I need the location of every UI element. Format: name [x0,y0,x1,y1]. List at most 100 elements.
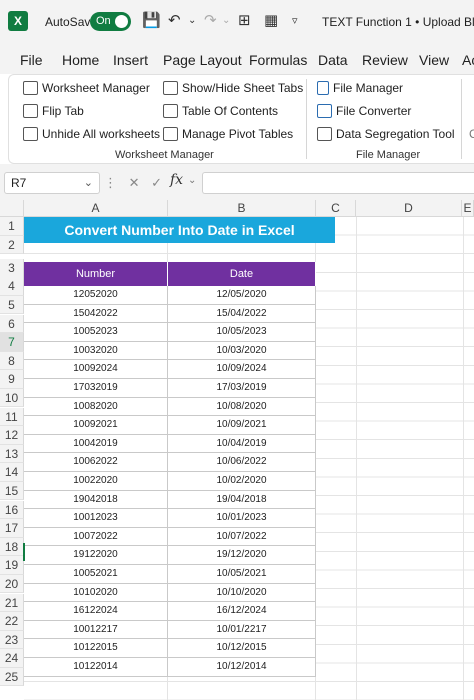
redo-dropdown-icon[interactable]: ⌄ [222,15,230,26]
customize-qat-icon[interactable]: ▿ [292,14,298,27]
number-cell[interactable]: 10092021 [24,416,168,435]
date-cell[interactable]: 10/10/2020 [168,583,316,603]
row-header-21[interactable]: 21 [0,593,24,613]
redo-icon[interactable]: ↷ [204,11,217,29]
row-header-2[interactable]: 2 [0,235,24,255]
date-cell[interactable]: 19/04/2018 [168,490,316,510]
number-cell[interactable]: 10052021 [24,565,168,584]
number-cell[interactable]: 10022020 [24,472,168,491]
number-cell[interactable]: 10012023 [24,509,168,528]
date-cell[interactable]: 10/03/2020 [168,341,316,361]
enter-icon[interactable]: ✓ [151,175,162,190]
save-icon[interactable]: 💾 [142,11,161,29]
table-of-contents-button[interactable]: Table Of Contents [163,102,278,120]
number-cell[interactable]: 10042019 [24,434,168,454]
date-cell[interactable]: 10/01/2217 [168,620,316,640]
column-header-b[interactable]: B [168,200,316,217]
menu-overflow[interactable]: Ac [462,52,474,68]
worksheet-manager-button[interactable]: Worksheet Manager [23,79,150,97]
number-cell[interactable]: 10122015 [24,639,168,658]
date-cell[interactable]: 10/05/2021 [168,565,316,584]
row-header-7[interactable]: 7 [0,333,24,352]
number-cell[interactable]: 19122020 [24,546,168,565]
number-cell[interactable]: 17032019 [24,379,168,398]
date-cell[interactable]: 10/07/2022 [168,527,316,547]
menu-file[interactable]: File [20,52,43,68]
number-cell[interactable]: 10122014 [24,658,168,677]
select-all-corner[interactable] [0,200,24,217]
row-header-10[interactable]: 10 [0,388,24,408]
more-icon[interactable]: ⋮ [104,175,117,190]
number-cell[interactable]: 15042022 [24,304,168,324]
menu-home[interactable]: Home [62,52,99,68]
date-cell[interactable]: 10/09/2021 [168,416,316,435]
title-banner[interactable]: Convert Number Into Date in Excel [24,217,335,243]
insert-function-icon[interactable]: fx [170,172,183,188]
row-header-18[interactable]: 18 [0,537,24,557]
row-header-22[interactable]: 22 [0,612,24,631]
row-header-15[interactable]: 15 [0,481,24,501]
number-cell[interactable]: 10102020 [24,583,168,603]
row-header-20[interactable]: 20 [0,574,24,594]
file-manager-button[interactable]: File Manager [317,79,403,97]
row-header-9[interactable]: 9 [0,370,24,389]
row-header-12[interactable]: 12 [0,426,24,445]
date-cell[interactable]: 19/12/2020 [168,546,316,565]
row-header-13[interactable]: 13 [0,444,24,464]
row-header-23[interactable]: 23 [0,630,24,650]
number-cell[interactable]: 19042018 [24,490,168,510]
formula-input[interactable] [202,172,474,194]
row-header-5[interactable]: 5 [0,295,24,315]
date-cell[interactable]: 16/12/2024 [168,602,316,621]
menu-page-layout[interactable]: Page Layout [163,52,242,68]
header-number[interactable]: Number [24,262,168,286]
number-cell[interactable]: 10012217 [24,620,168,640]
number-cell[interactable]: 10062022 [24,453,168,472]
number-cell[interactable]: 16122024 [24,602,168,621]
menu-data[interactable]: Data [318,52,348,68]
table-icon[interactable]: ▦ [264,11,278,29]
date-cell[interactable]: 10/12/2015 [168,639,316,658]
number-cell[interactable]: 10092024 [24,360,168,379]
date-cell[interactable]: 10/01/2023 [168,509,316,528]
header-date[interactable]: Date [168,262,316,286]
menu-insert[interactable]: Insert [113,52,148,68]
cancel-icon[interactable]: ✕ [129,175,140,190]
formula-dropdown-icon[interactable]: ⌄ [188,175,196,186]
number-cell[interactable]: 12052020 [24,286,168,305]
column-header-c[interactable]: C [316,200,356,217]
row-header-8[interactable]: 8 [0,351,24,371]
number-cell[interactable]: 10072022 [24,527,168,547]
row-header-25[interactable]: 25 [0,667,24,687]
column-header-d[interactable]: D [356,200,462,217]
date-cell[interactable]: 15/04/2022 [168,304,316,324]
borders-icon[interactable]: ⊞ [238,11,251,29]
date-cell[interactable]: 10/02/2020 [168,472,316,491]
date-cell[interactable]: 12/05/2020 [168,286,316,305]
column-header-a[interactable]: A [24,200,168,217]
autosave-toggle[interactable]: On [90,12,131,31]
row-header-11[interactable]: 11 [0,407,24,427]
row-header-19[interactable]: 19 [0,556,24,575]
date-cell[interactable]: 10/06/2022 [168,453,316,472]
row-header-14[interactable]: 14 [0,463,24,482]
file-converter-button[interactable]: File Converter [317,102,411,120]
number-cell[interactable]: 10082020 [24,397,168,417]
row-header-4[interactable]: 4 [0,277,24,296]
row-header-17[interactable]: 17 [0,519,24,538]
name-box[interactable]: R7 ⌄ [4,172,100,194]
menu-view[interactable]: View [419,52,449,68]
undo-icon[interactable]: ↶ [168,11,181,29]
manage-pivot-tables-button[interactable]: Manage Pivot Tables [163,125,293,143]
unhide-all-worksheets-button[interactable]: Unhide All worksheets [23,125,160,143]
date-cell[interactable]: 10/09/2024 [168,360,316,379]
date-cell[interactable]: 10/12/2014 [168,658,316,677]
flip-tab-button[interactable]: Flip Tab [23,102,84,120]
row-header-6[interactable]: 6 [0,314,24,334]
menu-formulas[interactable]: Formulas [249,52,307,68]
row-header-24[interactable]: 24 [0,649,24,668]
column-header-e[interactable]: E [462,200,474,217]
data-segregation-tool-button[interactable]: Data Segregation Tool [317,125,455,143]
menu-review[interactable]: Review [362,52,408,68]
date-cell[interactable]: 10/08/2020 [168,397,316,417]
